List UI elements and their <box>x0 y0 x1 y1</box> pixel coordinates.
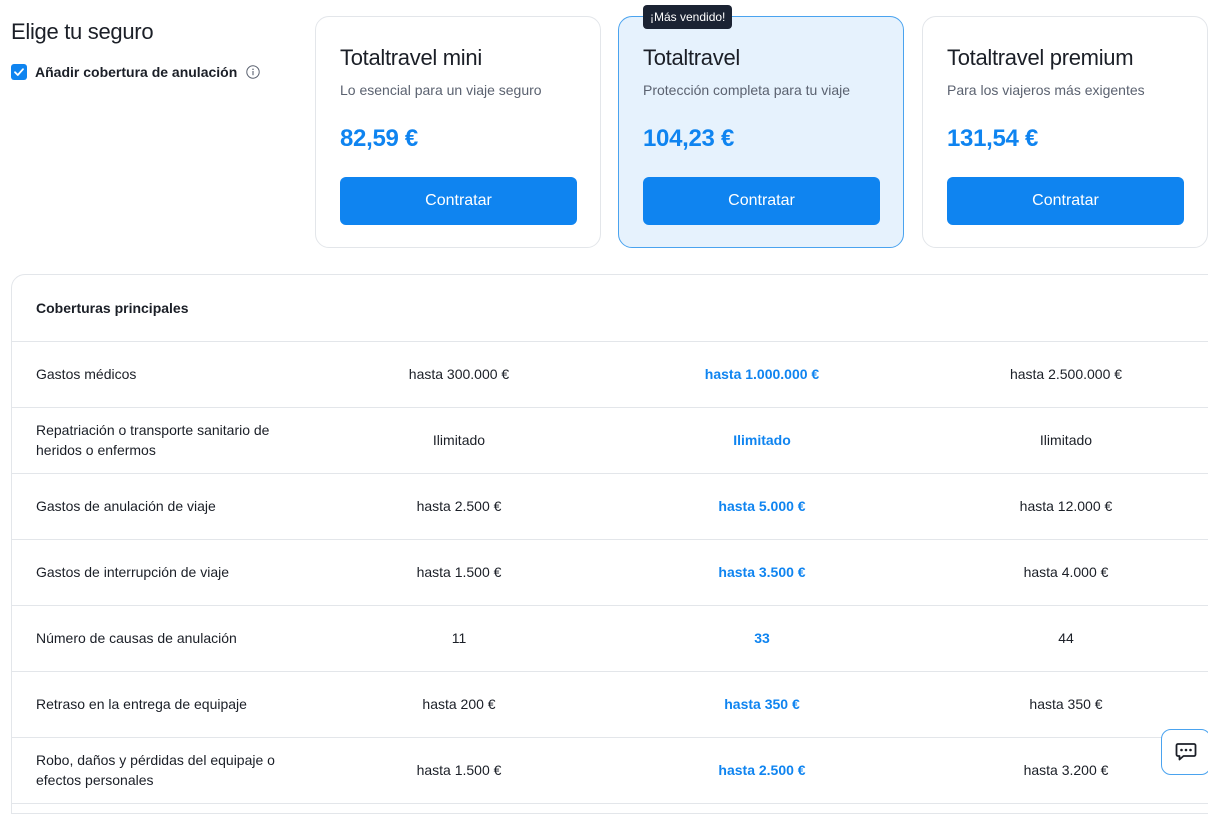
cell-premium: Ilimitado <box>1039 432 1093 448</box>
cell-premium: hasta 350 € <box>1029 696 1103 712</box>
cell-mini: hasta 1.500 € <box>416 564 502 580</box>
plan-price: 82,59 € <box>340 125 418 152</box>
cell-premium: hasta 12.000 € <box>1019 498 1113 514</box>
coverage-table: Coberturas principales Gastos médicos ha… <box>11 274 1208 814</box>
table-row: Número de causas de anulación 11 33 44 <box>12 606 1208 672</box>
plan-price: 104,23 € <box>643 125 735 152</box>
plan-description: Para los viajeros más exigentes <box>947 82 1145 98</box>
contract-button-mini[interactable]: Contratar <box>340 177 577 225</box>
cancellation-option[interactable]: Añadir cobertura de anulación <box>11 64 301 80</box>
cell-premium: hasta 3.200 € <box>1023 762 1109 778</box>
row-label: Gastos de anulación de viaje <box>36 498 216 514</box>
coverage-table-header: Coberturas principales <box>12 275 1208 342</box>
table-row: Repatriación o transporte sanitario de h… <box>12 408 1208 474</box>
table-row: Retraso en la entrega de equipaje hasta … <box>12 672 1208 738</box>
cell-standard: hasta 350 € <box>724 696 800 712</box>
cancellation-option-label: Añadir cobertura de anulación <box>35 64 238 80</box>
cell-premium: hasta 2.500.000 € <box>1009 366 1123 382</box>
plan-price: 131,54 € <box>947 125 1039 152</box>
cell-mini: hasta 1.500 € <box>416 762 502 778</box>
cell-mini: 11 <box>451 630 467 646</box>
plan-name: Totaltravel mini <box>340 45 482 70</box>
cell-standard: hasta 1.000.000 € <box>704 366 820 382</box>
table-row: Robo, daños y pérdidas del equipaje o ef… <box>12 738 1208 804</box>
plan-name: Totaltravel premium <box>947 45 1134 70</box>
row-label: Gastos médicos <box>36 366 137 382</box>
left-panel: Elige tu seguro Añadir cobertura de anul… <box>11 20 301 80</box>
cell-standard: hasta 3.500 € <box>718 564 806 580</box>
row-label: Robo, daños y pérdidas del equipaje o ef… <box>36 752 275 788</box>
cell-mini: hasta 2.500 € <box>416 498 502 514</box>
check-icon <box>14 68 24 76</box>
row-label: Repatriación o transporte sanitario de h… <box>36 422 270 458</box>
chat-icon <box>1175 743 1197 761</box>
plan-description: Lo esencial para un viaje seguro <box>340 82 542 98</box>
cancellation-checkbox[interactable] <box>11 64 27 80</box>
cell-premium: 44 <box>1058 630 1074 646</box>
plan-card-standard: Totaltravel Protección completa para tu … <box>618 16 904 248</box>
plan-name: Totaltravel <box>643 45 740 70</box>
cell-standard: hasta 2.500 € <box>718 762 806 778</box>
info-icon[interactable] <box>246 65 260 79</box>
table-row: Gastos de anulación de viaje hasta 2.500… <box>12 474 1208 540</box>
chat-button[interactable] <box>1161 729 1208 775</box>
cell-premium: hasta 4.000 € <box>1023 564 1109 580</box>
row-label: Gastos de interrupción de viaje <box>36 564 229 580</box>
plan-card-premium: Totaltravel premium Para los viajeros má… <box>922 16 1208 248</box>
contract-button-premium[interactable]: Contratar <box>947 177 1184 225</box>
row-label: Número de causas de anulación <box>36 630 237 646</box>
table-row: Gastos de interrupción de viaje hasta 1.… <box>12 540 1208 606</box>
cell-standard: hasta 5.000 € <box>718 498 806 514</box>
row-label: Retraso en la entrega de equipaje <box>36 696 247 712</box>
page-title: Elige tu seguro <box>11 19 154 44</box>
plan-description: Protección completa para tu viaje <box>643 82 850 98</box>
cell-mini: hasta 300.000 € <box>408 366 510 382</box>
cell-standard: Ilimitado <box>733 432 791 448</box>
plan-card-mini: Totaltravel mini Lo esencial para un via… <box>315 16 601 248</box>
cell-standard: 33 <box>754 630 770 646</box>
table-row: Gastos médicos hasta 300.000 € hasta 1.0… <box>12 342 1208 408</box>
cell-mini: Ilimitado <box>432 432 486 448</box>
best-seller-badge: ¡Más vendido! <box>643 5 733 29</box>
cell-mini: hasta 200 € <box>422 696 496 712</box>
contract-button-standard[interactable]: Contratar <box>643 177 880 225</box>
